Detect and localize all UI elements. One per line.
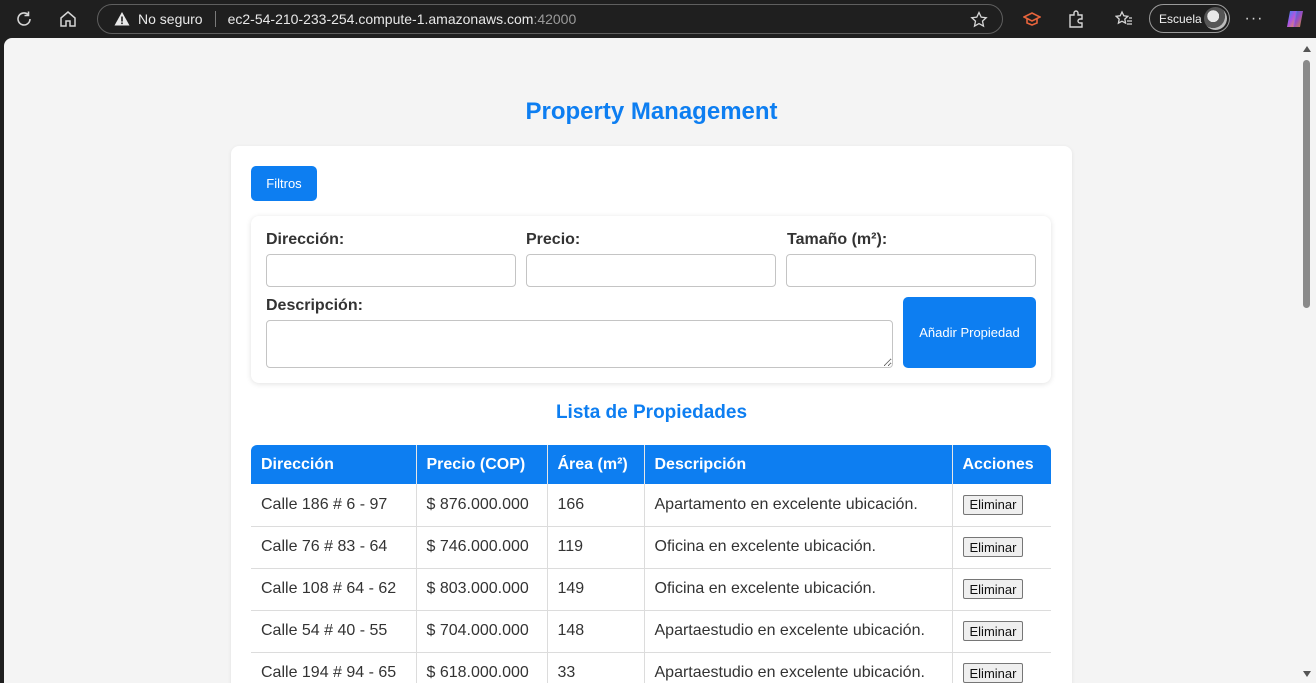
delete-button[interactable]: Eliminar — [962, 579, 1024, 599]
browser-toolbar: No seguro ec2-54-210-233-254.compute-1.a… — [0, 0, 1316, 38]
size-input[interactable] — [786, 254, 1036, 287]
cell-description: Apartamento en excelente ubicación. — [644, 484, 953, 527]
cell-actions: Eliminar — [952, 652, 1051, 683]
cell-description: Apartaestudio en excelente ubicación. — [644, 652, 953, 683]
cell-price: $ 618.000.000 — [416, 652, 548, 683]
cell-area: 149 — [547, 568, 645, 611]
address-label: Dirección: — [266, 231, 345, 248]
page-title: Property Management — [525, 98, 778, 125]
address-bar[interactable]: No seguro ec2-54-210-233-254.compute-1.a… — [97, 4, 1003, 34]
cell-area: 148 — [547, 610, 645, 653]
url-host: ec2-54-210-233-254.compute-1.amazonaws.c… — [227, 11, 534, 27]
cell-price: $ 876.000.000 — [416, 484, 548, 527]
price-label: Precio: — [526, 231, 581, 248]
cell-area: 33 — [547, 652, 645, 683]
main-card: Filtros Dirección: Precio: Tamaño (m²): … — [231, 146, 1072, 683]
scroll-up-icon[interactable] — [1303, 46, 1311, 52]
table-row: Calle 76 # 83 - 64 $ 746.000.000 119 Ofi… — [251, 526, 1051, 569]
scroll-down-icon[interactable] — [1303, 671, 1311, 677]
column-header-area: Área (m²) — [547, 445, 645, 484]
price-input[interactable] — [526, 254, 776, 287]
scrollbar-thumb[interactable] — [1303, 60, 1310, 308]
url-port: :42000 — [533, 11, 577, 27]
table-header-row: Dirección Precio (COP) Área (m²) Descrip… — [251, 445, 1051, 484]
cell-actions: Eliminar — [952, 568, 1051, 611]
delete-button[interactable]: Eliminar — [962, 663, 1024, 683]
filters-button[interactable]: Filtros — [251, 166, 317, 201]
extensions-icon[interactable] — [1064, 7, 1088, 31]
favorite-star-icon[interactable] — [970, 11, 988, 29]
description-textarea[interactable] — [266, 320, 893, 368]
copilot-icon[interactable] — [1283, 7, 1307, 31]
cell-actions: Eliminar — [952, 484, 1051, 527]
cell-price: $ 746.000.000 — [416, 526, 548, 569]
cell-actions: Eliminar — [952, 526, 1051, 569]
cell-description: Oficina en excelente ubicación. — [644, 568, 953, 611]
omnibox-divider — [214, 11, 216, 27]
more-menu-icon[interactable]: ··· — [1242, 7, 1266, 31]
cell-address: Calle 76 # 83 - 64 — [251, 526, 417, 569]
column-header-description: Descripción — [644, 445, 953, 484]
table-row: Calle 54 # 40 - 55 $ 704.000.000 148 Apa… — [251, 610, 1051, 653]
address-input[interactable] — [266, 254, 516, 287]
cell-address: Calle 54 # 40 - 55 — [251, 610, 417, 653]
cell-address: Calle 194 # 94 - 65 — [251, 652, 417, 683]
reload-icon[interactable] — [10, 5, 38, 33]
graduation-cap-icon[interactable] — [1020, 7, 1044, 31]
favorites-icon[interactable] — [1112, 7, 1136, 31]
cell-address: Calle 108 # 64 - 62 — [251, 568, 417, 611]
delete-button[interactable]: Eliminar — [962, 494, 1024, 515]
warning-icon — [114, 12, 130, 26]
cell-actions: Eliminar — [952, 610, 1051, 653]
cell-area: 166 — [547, 484, 645, 527]
description-label: Descripción: — [266, 297, 363, 314]
delete-button[interactable]: Eliminar — [962, 537, 1024, 557]
avatar — [1204, 7, 1227, 30]
table-row: Calle 194 # 94 - 65 $ 618.000.000 33 Apa… — [251, 652, 1051, 683]
list-title: Lista de Propiedades — [555, 402, 748, 423]
profile-button[interactable]: Escuela — [1149, 4, 1230, 33]
cell-description: Apartaestudio en excelente ubicación. — [644, 610, 953, 653]
column-header-actions: Acciones — [952, 445, 1051, 484]
size-label: Tamaño (m²): — [787, 231, 888, 248]
table-row: Calle 108 # 64 - 62 $ 803.000.000 149 Of… — [251, 568, 1051, 611]
table-row: Calle 186 # 6 - 97 $ 876.000.000 166 Apa… — [251, 484, 1051, 527]
cell-price: $ 803.000.000 — [416, 568, 548, 611]
properties-table: Dirección Precio (COP) Área (m²) Descrip… — [251, 445, 1051, 683]
add-property-button[interactable]: Añadir Propiedad — [903, 297, 1036, 368]
delete-button[interactable]: Eliminar — [962, 621, 1024, 641]
property-form: Dirección: Precio: Tamaño (m²): Descripc… — [251, 216, 1051, 383]
column-header-price: Precio (COP) — [416, 445, 548, 484]
profile-label: Escuela — [1159, 11, 1202, 26]
page-scrollbar[interactable] — [1299, 38, 1316, 683]
cell-area: 119 — [547, 526, 645, 569]
cell-price: $ 704.000.000 — [416, 610, 548, 653]
home-icon[interactable] — [54, 5, 82, 33]
column-header-address: Dirección — [251, 445, 417, 484]
page-viewport: Property Management Filtros Dirección: P… — [4, 38, 1299, 683]
cell-address: Calle 186 # 6 - 97 — [251, 484, 417, 527]
security-label: No seguro — [138, 11, 203, 27]
cell-description: Oficina en excelente ubicación. — [644, 526, 953, 569]
